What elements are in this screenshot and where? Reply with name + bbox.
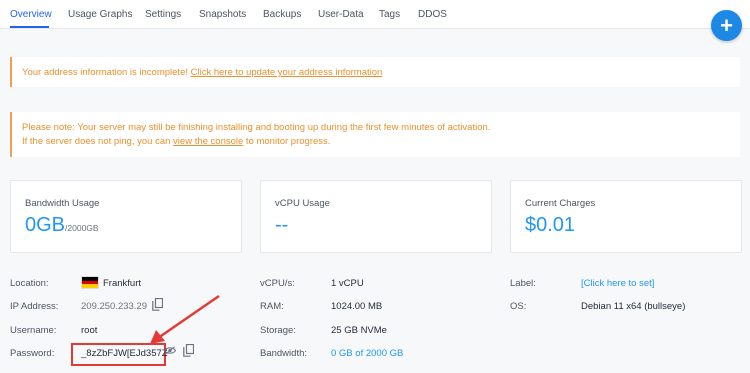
bandwidth-value-link[interactable]: 0 GB of 2000 GB (331, 348, 403, 359)
update-address-link[interactable]: Click here to update your address inform… (191, 67, 383, 78)
current-charges-label: Current Charges (525, 198, 596, 209)
server-label-label: Label: (510, 278, 536, 289)
bandwidth-label: Bandwidth: (260, 348, 308, 359)
install-notice-line2-suffix: to monitor progress. (245, 136, 331, 147)
tab-snapshots[interactable]: Snapshots (199, 9, 246, 20)
storage-label: Storage: (260, 325, 296, 336)
bandwidth-usage-label: Bandwidth Usage (25, 198, 100, 209)
username-label: Username: (10, 325, 57, 336)
password-label: Password: (10, 348, 55, 359)
storage-value: 25 GB NVMe (331, 325, 387, 336)
tab-overview[interactable]: Overview (10, 9, 52, 20)
os-label: OS: (510, 301, 527, 312)
tab-tags[interactable]: Tags (379, 9, 400, 20)
password-value: _8zZbFJW[EJd357Z (81, 348, 168, 359)
ip-address-value: 209.250.233.29 (81, 301, 148, 312)
ram-value: 1024.00 MB (331, 301, 383, 312)
tab-settings[interactable]: Settings (145, 9, 181, 20)
bandwidth-usage-amount: 0GB (25, 214, 66, 236)
install-notice-line1: Please note: Your server may still be fi… (22, 122, 491, 133)
vcpus-value: 1 vCPU (331, 278, 364, 289)
plus-icon: + (720, 13, 733, 38)
tab-ddos[interactable]: DDOS (418, 9, 447, 20)
tab-backups[interactable]: Backups (263, 9, 301, 20)
install-notice-alert: Please note: Your server may still be fi… (10, 112, 740, 157)
address-alert: Your address information is incomplete! … (10, 57, 740, 87)
flag-stripe-gold (82, 284, 98, 288)
ram-label: RAM: (260, 301, 284, 312)
username-value: root (81, 325, 98, 336)
location-label: Location: (10, 278, 49, 289)
tab-bar: Overview Usage Graphs Settings Snapshots… (0, 0, 750, 28)
tab-divider (0, 28, 750, 29)
copy-ip-icon[interactable] (152, 298, 163, 311)
bandwidth-usage-card: Bandwidth Usage 0GB/2000GB (10, 180, 242, 253)
current-charges-card: Current Charges $0.01 (510, 180, 742, 253)
view-console-link[interactable]: view the console (173, 136, 243, 147)
copy-password-icon[interactable] (183, 344, 194, 357)
tab-user-data[interactable]: User-Data (318, 9, 364, 20)
vcpus-label: vCPU/s: (260, 278, 295, 289)
germany-flag-icon (81, 276, 99, 289)
bandwidth-usage-value: 0GB/2000GB (25, 214, 99, 237)
vcpu-usage-label: vCPU Usage (275, 198, 330, 209)
toggle-password-visibility-icon[interactable] (164, 346, 176, 355)
os-value: Debian 11 x64 (bullseye) (581, 301, 686, 312)
bandwidth-usage-unit: /2000GB (65, 223, 99, 233)
address-alert-text: Your address information is incomplete! (22, 67, 188, 78)
vcpu-usage-value: -- (275, 214, 289, 236)
set-label-link[interactable]: [Click here to set] (581, 278, 654, 289)
vcpu-usage-card: vCPU Usage -- (260, 180, 492, 253)
add-button[interactable]: + (711, 10, 742, 41)
location-value: Frankfurt (103, 278, 142, 289)
ip-address-label: IP Address: (10, 301, 59, 312)
install-notice-line2-text: If the server does not ping, you can (22, 136, 171, 147)
current-charges-value: $0.01 (525, 214, 576, 236)
tab-usage-graphs[interactable]: Usage Graphs (68, 9, 132, 20)
